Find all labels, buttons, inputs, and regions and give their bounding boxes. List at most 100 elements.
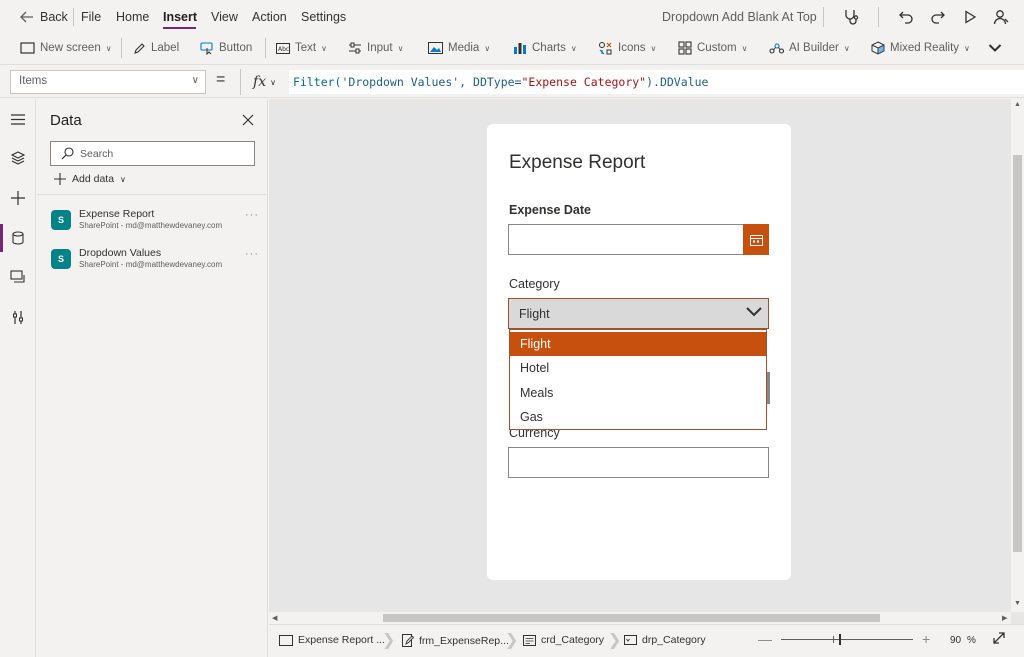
menu-home[interactable]: Home — [116, 10, 149, 24]
data-button[interactable] — [0, 220, 36, 256]
undo-button[interactable] — [893, 4, 919, 30]
ribbon-divider — [265, 38, 266, 58]
tree-view-button[interactable] — [0, 140, 36, 176]
preview-button[interactable] — [957, 4, 983, 30]
svg-text:Abc: Abc — [278, 46, 289, 53]
chevron-down-icon: ∨ — [650, 43, 657, 53]
close-panel-button[interactable] — [239, 111, 257, 129]
add-data-button[interactable]: Add data ∨ — [54, 173, 126, 185]
media-button[interactable]: Media ∨ — [428, 38, 490, 58]
chevron-down-icon: ∨ — [120, 174, 126, 184]
ribbon-overflow-button[interactable] — [988, 38, 1002, 58]
horizontal-scroll-thumb[interactable] — [383, 614, 880, 622]
zoom-slider-track[interactable] — [781, 639, 913, 640]
undo-icon — [899, 11, 913, 24]
formula-mid: , DDType= — [459, 75, 522, 89]
expense-date-input[interactable] — [508, 224, 744, 255]
add-data-label: Add data — [72, 173, 115, 185]
ai-builder-button[interactable]: AI Builder ∨ — [769, 38, 850, 58]
zoom-in-button[interactable]: + — [922, 631, 930, 647]
scroll-right-icon[interactable]: ▶ — [1002, 614, 1007, 622]
breadcrumb-screen[interactable]: Expense Report ... — [279, 634, 385, 646]
menu-settings[interactable]: Settings — [301, 10, 346, 24]
back-button[interactable]: Back — [20, 10, 68, 24]
close-icon — [242, 114, 254, 126]
dropdown-option-gas[interactable]: Gas — [510, 405, 766, 429]
dropdown-option-flight[interactable]: Flight — [510, 332, 766, 356]
more-options-icon[interactable]: ··· — [245, 209, 259, 221]
chevron-down-icon: ∨ — [105, 43, 112, 53]
vertical-scroll-thumb[interactable] — [1013, 155, 1022, 552]
data-source-subtitle: SharePoint - md@matthewdevaney.com — [79, 221, 223, 230]
menu-divider — [823, 7, 824, 27]
property-dropdown[interactable]: Items ∨ — [10, 70, 206, 94]
property-value: Items — [19, 75, 48, 87]
icons-button[interactable]: Icons ∨ — [598, 38, 656, 58]
data-source-expense-report[interactable]: S Expense Report SharePoint - md@matthew… — [50, 207, 260, 237]
dropdown-option-hotel[interactable]: Hotel — [510, 356, 766, 380]
button-button[interactable]: Button — [200, 38, 252, 58]
scroll-left-icon[interactable]: ◀ — [272, 614, 277, 622]
scroll-up-icon[interactable]: ▲ — [1014, 101, 1021, 108]
formula-input[interactable]: Filter('Dropdown Values', DDType="Expens… — [289, 70, 1024, 94]
menu-file[interactable]: File — [81, 10, 101, 24]
currency-input[interactable] — [508, 447, 769, 478]
formula-function: Filter( — [293, 75, 342, 89]
formula-arg2: "Expense Category" — [521, 75, 647, 89]
data-source-dropdown-values[interactable]: S Dropdown Values SharePoint - md@matthe… — [50, 246, 260, 276]
scroll-down-icon[interactable]: ▼ — [1014, 600, 1021, 607]
breadcrumb-dropdown[interactable]: drp_Category — [624, 634, 706, 646]
cube-icon — [871, 41, 885, 55]
menu-insert[interactable]: Insert — [163, 10, 197, 24]
dropdown-option-meals[interactable]: Meals — [510, 381, 766, 405]
tools-icon — [13, 310, 23, 324]
data-search-input[interactable]: Search — [50, 141, 255, 166]
date-picker-button[interactable] — [743, 224, 769, 255]
breadcrumb-card[interactable]: crd_Category — [523, 634, 604, 646]
chevron-down-icon: ∨ — [321, 43, 327, 53]
ai-builder-label: AI Builder — [789, 42, 839, 54]
custom-button[interactable]: Custom ∨ — [678, 38, 747, 58]
fx-button[interactable]: fx ∨ — [240, 69, 288, 95]
play-icon — [965, 10, 977, 24]
dropdown-control-icon — [624, 635, 637, 645]
mixed-reality-label: Mixed Reality — [890, 42, 960, 54]
category-dropdown[interactable]: Flight — [508, 298, 769, 329]
media-panel-button[interactable] — [0, 259, 36, 295]
input-button[interactable]: Input ∨ — [348, 38, 403, 58]
expand-diagonal-icon — [993, 632, 1005, 644]
screen-icon — [279, 634, 293, 646]
form-edit-icon — [402, 634, 414, 647]
data-panel: Data Search Add data ∨ S Expense Report … — [37, 99, 268, 657]
zoom-slider-thumb[interactable] — [839, 634, 841, 645]
new-screen-button[interactable]: New screen ∨ — [20, 38, 112, 58]
mixed-reality-button[interactable]: Mixed Reality ∨ — [871, 38, 970, 58]
hamburger-menu-button[interactable] — [0, 101, 36, 137]
advanced-tools-button[interactable] — [0, 299, 36, 335]
equals-sign: = — [216, 71, 226, 88]
fit-to-window-button[interactable] — [992, 631, 1006, 648]
zoom-unit: % — [967, 635, 976, 646]
breadcrumb-form[interactable]: frm_ExpenseRep... — [402, 634, 509, 647]
insert-button[interactable] — [0, 180, 36, 216]
panel-divider — [37, 194, 268, 195]
app-name: Dropdown Add Blank At Top — [662, 10, 817, 24]
app-checker-button[interactable] — [838, 4, 864, 30]
text-button[interactable]: Abc Text ∨ — [276, 38, 327, 58]
menu-view[interactable]: View — [211, 10, 238, 24]
chevron-down-icon: ∨ — [741, 43, 748, 53]
more-options-icon[interactable]: ··· — [245, 248, 259, 260]
input-sliders-icon — [349, 42, 361, 54]
chevron-down-icon: ∨ — [270, 77, 276, 87]
charts-button[interactable]: Charts ∨ — [513, 38, 577, 58]
database-icon — [12, 231, 24, 245]
status-bar: Expense Report ... ❯ frm_ExpenseRep... ❯… — [269, 624, 1024, 657]
zoom-out-button[interactable]: — — [758, 631, 772, 647]
label-button[interactable]: Label — [133, 38, 179, 58]
redo-button[interactable] — [925, 4, 951, 30]
menu-action[interactable]: Action — [252, 10, 287, 24]
calendar-icon — [749, 234, 763, 246]
ribbon-divider — [121, 38, 122, 58]
back-label: Back — [40, 10, 68, 24]
account-button[interactable] — [988, 4, 1014, 30]
